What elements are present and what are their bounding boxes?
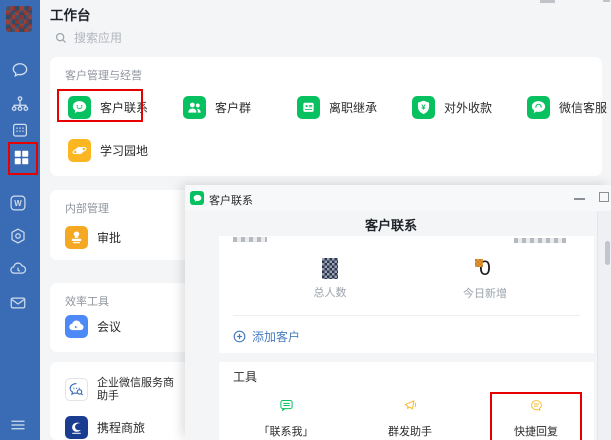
search-icon [55, 32, 67, 44]
contact-me-icon [279, 398, 294, 413]
search-placeholder: 搜索应用 [74, 29, 122, 46]
window-control-fragment[interactable] [603, 0, 610, 2]
sidebar: W [0, 0, 40, 440]
section-label: 效率工具 [65, 293, 109, 309]
app-customer-contact[interactable]: 客户联系 [68, 96, 148, 119]
app-approval[interactable]: 审批 [65, 226, 121, 249]
window-control-fragment[interactable] [540, 0, 555, 3]
app-external-payment[interactable]: ¥ 对外收款 [412, 96, 492, 119]
tool-group-send[interactable]: 群发助手 [360, 398, 460, 439]
app-label: 审批 [97, 229, 121, 246]
section-label: 客户管理与经营 [65, 67, 142, 83]
tool-label: 「联系我」 [236, 423, 336, 439]
section-label: 内部管理 [65, 200, 109, 216]
app-customer-group[interactable]: 客户群 [183, 96, 251, 119]
app-label: 离职继承 [329, 99, 377, 116]
dialog-title: 客户联系 [209, 192, 253, 208]
tool-label: 群发助手 [360, 423, 460, 439]
app-meeting[interactable]: 会议 [65, 315, 121, 338]
maximize-button[interactable] [599, 192, 609, 202]
workbench-icon[interactable] [12, 148, 31, 167]
dialog-header: 客户联系 [185, 215, 597, 234]
stat-label: 总人数 [280, 284, 380, 300]
dialog-scrollbar[interactable] [597, 211, 611, 440]
customer-contact-icon [68, 96, 91, 119]
group-send-icon [403, 398, 418, 413]
learning-icon [68, 139, 91, 162]
avatar[interactable] [6, 6, 32, 32]
app-label: 微信客服 [559, 99, 607, 116]
censored-stat-value [322, 258, 338, 279]
docs-icon[interactable]: W [9, 194, 27, 212]
dialog-app-icon [190, 191, 204, 205]
app-label: 学习园地 [100, 142, 148, 159]
meeting-icon [65, 315, 88, 338]
resign-inherit-icon [297, 96, 320, 119]
menu-icon[interactable] [9, 416, 27, 434]
minimize-button[interactable] [574, 198, 585, 200]
tools-title: 工具 [233, 368, 257, 385]
app-ctrip-business[interactable]: 携程商旅 [65, 416, 145, 439]
stat-value: 0 [479, 258, 491, 280]
app-label: 客户群 [215, 99, 251, 116]
quick-reply-icon [529, 398, 544, 413]
stat-total: 总人数 [280, 258, 380, 300]
external-payment-icon: ¥ [412, 96, 435, 119]
apps-hex-icon[interactable] [9, 227, 27, 245]
add-customer-label: 添加客户 [252, 328, 300, 345]
app-learning[interactable]: 学习园地 [68, 139, 148, 162]
tool-label: 快捷回复 [486, 423, 586, 439]
contacts-icon[interactable] [10, 94, 30, 114]
ctrip-icon [65, 416, 88, 439]
tools-card: 工具 「联系我」 群发助手 [219, 362, 594, 440]
stat-label: 今日新增 [435, 285, 535, 301]
search-input[interactable]: 搜索应用 [55, 29, 122, 46]
dialog-titlebar[interactable]: 客户联系 [185, 185, 611, 211]
stats-card: 总人数 0 今日新增 添加客户 [219, 236, 594, 353]
mail-icon[interactable] [9, 294, 27, 312]
wecom-window: W 工作台 [0, 0, 611, 440]
app-label: 会议 [97, 318, 121, 335]
clipped-text-fragment [233, 237, 267, 242]
divider [233, 315, 580, 316]
wechat-service-icon [527, 96, 550, 119]
svg-text:W: W [14, 199, 22, 208]
app-wechat-service[interactable]: 微信客服 [527, 96, 607, 119]
app-service-provider-assistant[interactable]: 企业微信服务商助手 [65, 378, 183, 401]
plus-circle-icon [233, 330, 246, 343]
page-title: 工作台 [50, 4, 91, 24]
tool-contact-me[interactable]: 「联系我」 [236, 398, 336, 439]
scrollbar-thumb[interactable] [605, 241, 610, 265]
clipped-text-fragment [514, 238, 566, 243]
app-label: 对外收款 [444, 99, 492, 116]
chats-icon[interactable] [10, 60, 30, 80]
app-resign-inherit[interactable]: 离职继承 [297, 96, 377, 119]
calendar-icon[interactable] [11, 121, 29, 139]
customer-contact-dialog: 客户联系 客户联系 总人数 0 今日新增 添加客户 [185, 185, 611, 440]
app-label: 企业微信服务商助手 [97, 377, 183, 403]
approval-icon [65, 226, 88, 249]
clouddisk-icon[interactable] [9, 260, 27, 278]
customer-group-icon [183, 96, 206, 119]
add-customer-button[interactable]: 添加客户 [233, 328, 300, 345]
stat-new-today: 0 今日新增 [435, 258, 535, 301]
app-label: 客户联系 [100, 99, 148, 116]
service-provider-icon [65, 378, 88, 401]
tool-quick-reply[interactable]: 快捷回复 [486, 398, 586, 439]
app-label: 携程商旅 [97, 419, 145, 436]
censor-chip [475, 259, 483, 267]
